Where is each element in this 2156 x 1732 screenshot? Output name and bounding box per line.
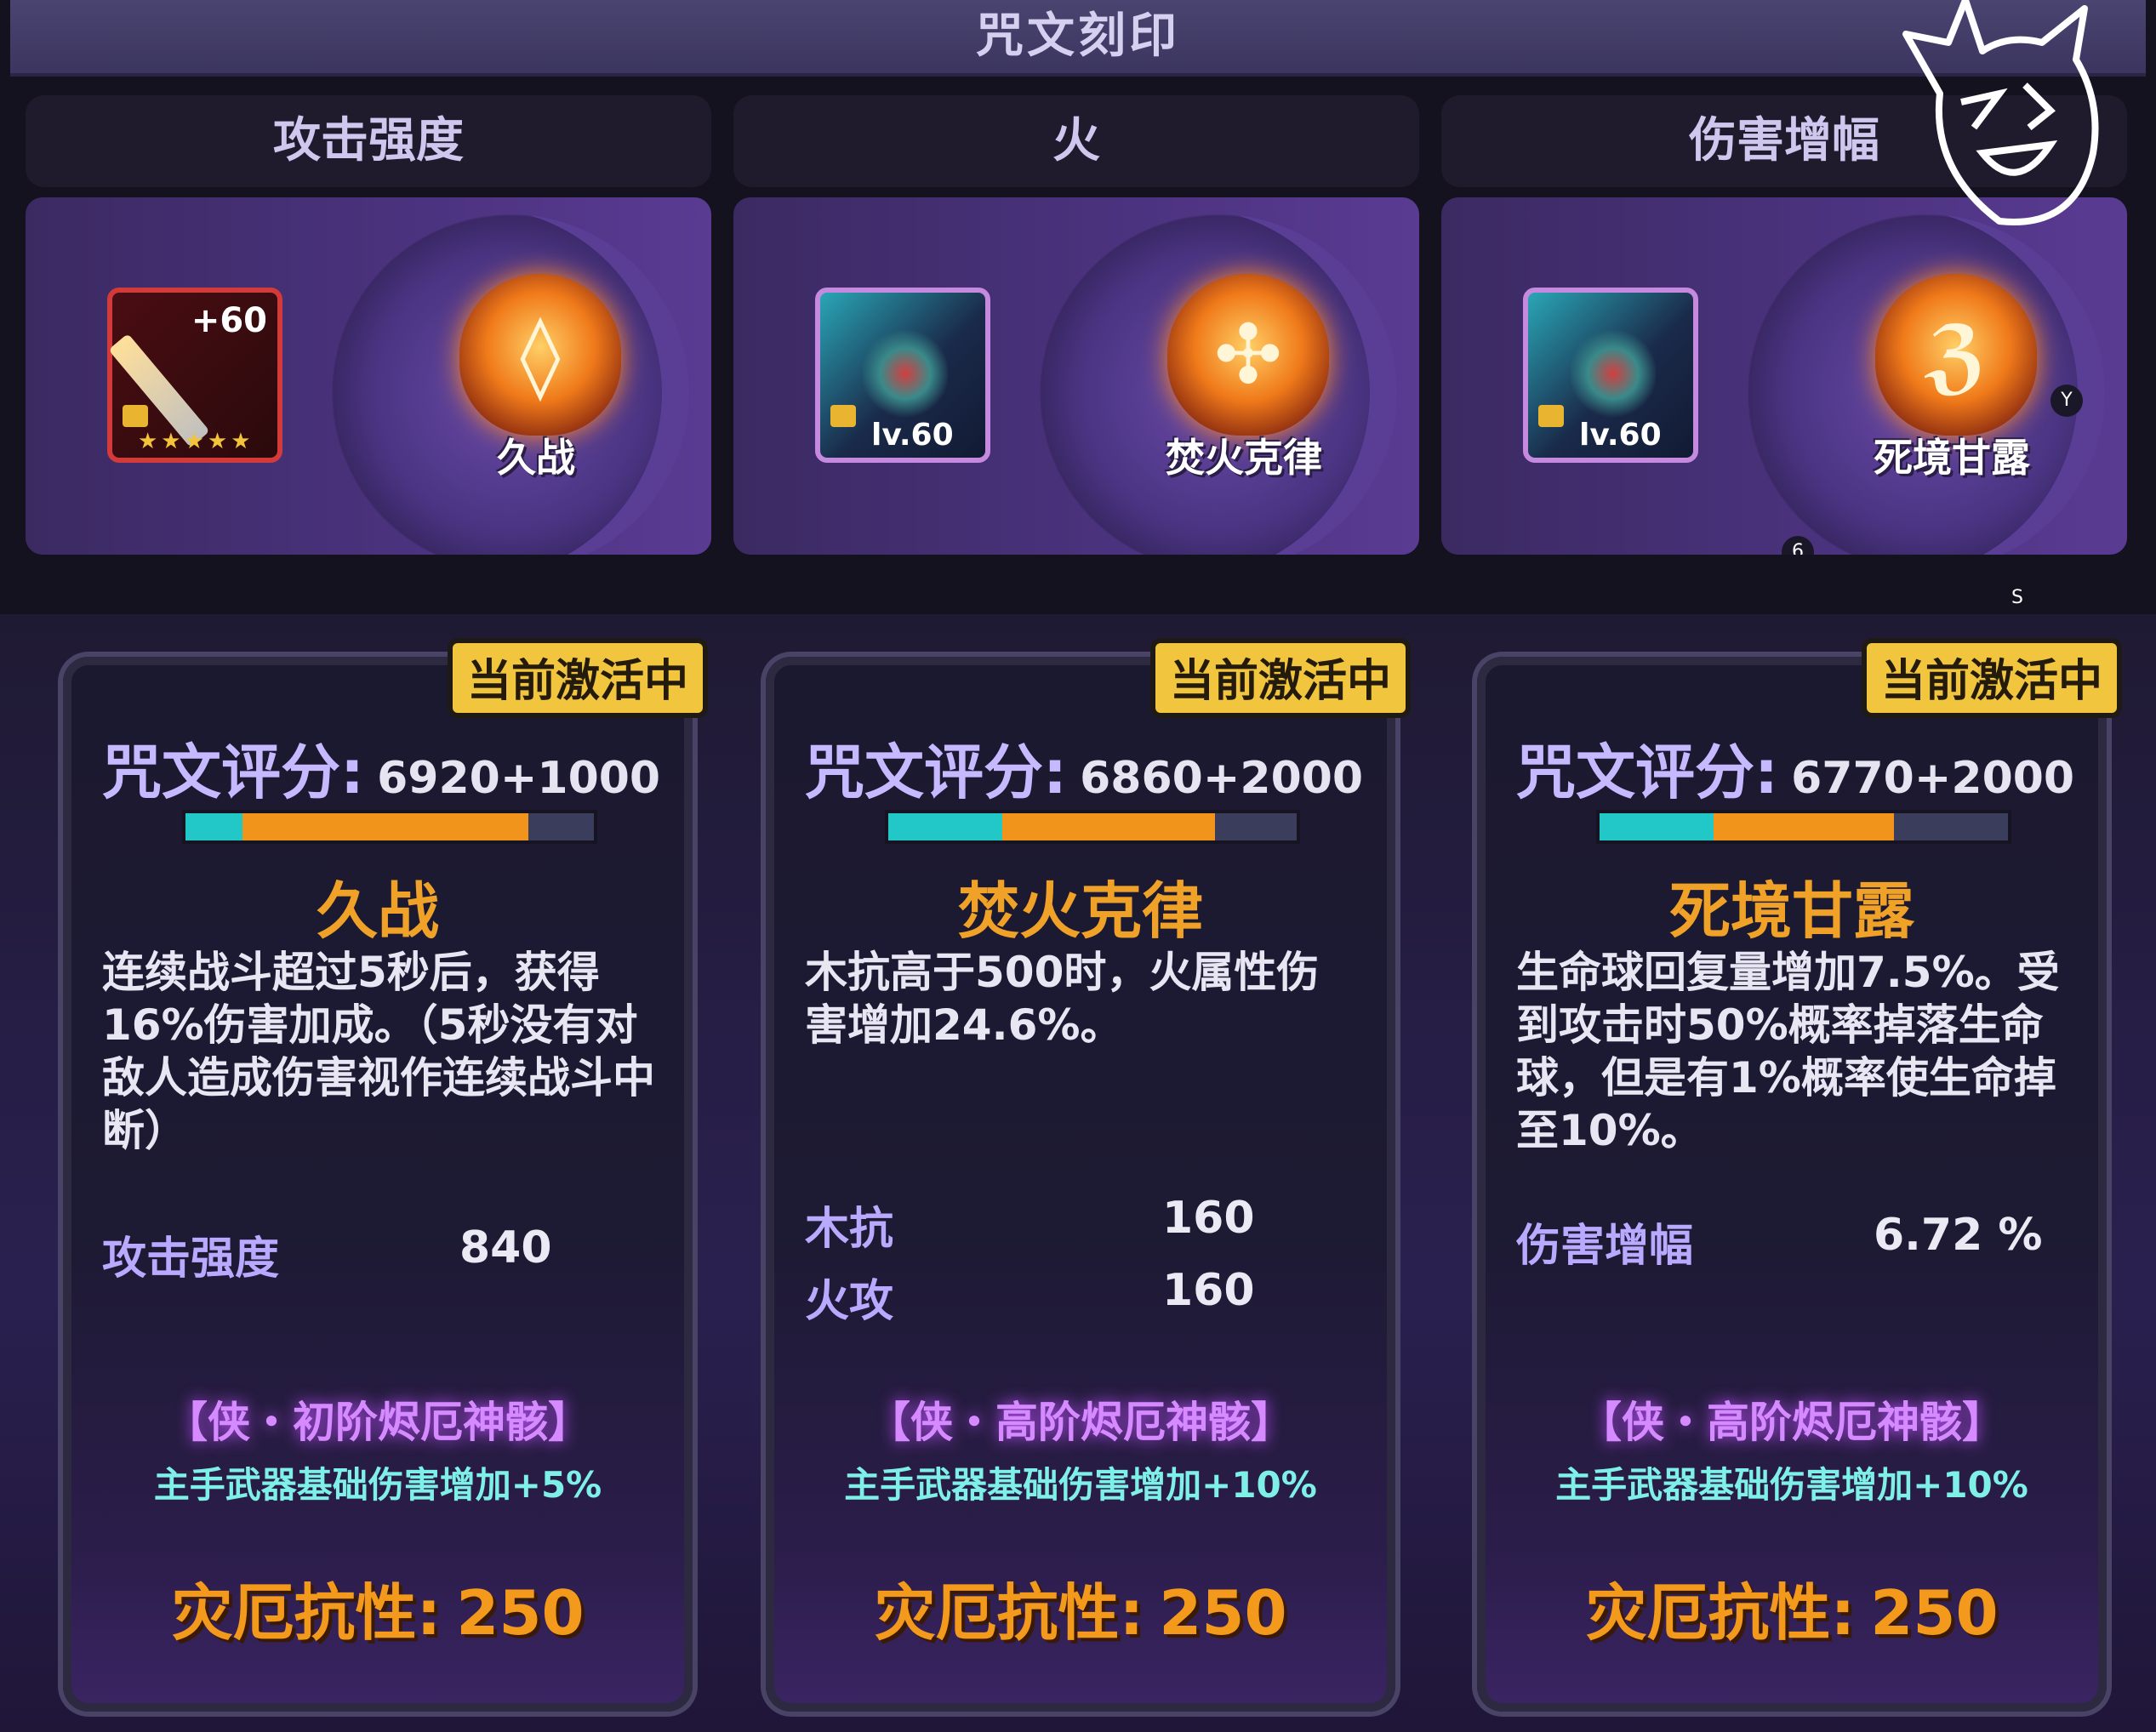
wing-icon xyxy=(1571,327,1656,420)
stat-row: 伤害增幅 6.72 % xyxy=(1516,1210,2044,1273)
item-level: lv.60 xyxy=(1579,418,1662,453)
enhance-level: +60 xyxy=(191,301,267,340)
rune-description: 生命球回复量增加7.5%。受到攻击时50%概率掉落生命球，但是有1%概率使生命掉… xyxy=(1516,948,2060,1155)
stat-name: 木抗 xyxy=(805,1204,894,1255)
resist-label: 灾厄抗性: xyxy=(874,1577,1144,1649)
wing-icon xyxy=(863,327,948,420)
stat-row: 火攻 160 xyxy=(805,1265,1332,1329)
stat-value: 160 xyxy=(1162,1193,1255,1244)
rune-glyph-icon: ℨ xyxy=(1925,307,1988,402)
score-value: 6860+2000 xyxy=(1080,753,1364,804)
set-bonus: 主手武器基础伤害增加+10% xyxy=(1555,1464,2028,1506)
set-bonus: 主手武器基础伤害增加+5% xyxy=(153,1464,602,1506)
rune-description: 木抗高于500时，火属性伤害增加24.6%。 xyxy=(805,948,1320,1050)
score-label: 咒文评分: xyxy=(102,738,364,807)
rune-title: 焚火克律 xyxy=(957,875,1203,947)
badge-6: 6 xyxy=(1782,536,1814,555)
resist-label: 灾厄抗性: xyxy=(1585,1577,1856,1649)
score-bar-orange xyxy=(1714,813,1894,840)
rune-title: 死境甘露 xyxy=(1668,875,1914,947)
disaster-resistance: 灾厄抗性: 250 xyxy=(71,1563,684,1652)
rune-gem-icon[interactable]: ◊ xyxy=(459,274,621,436)
score-bar xyxy=(1596,810,2011,844)
stat-value: 160 xyxy=(1162,1265,1255,1316)
cat-doodle-icon xyxy=(1902,0,2099,225)
rune-engraving-panel: 咒文刻印 攻击强度 +60 ★★★★★ ◊ 久战 火 lv.60 ✣ 焚火克律 … xyxy=(0,0,2156,614)
rune-card-1[interactable]: 当前激活中 咒文评分: 6920+1000 久战 连续战斗超过5秒后，获得16%… xyxy=(63,638,708,1712)
rune-name: 死境甘露 xyxy=(1874,435,2030,481)
star-rating: ★★★★★ xyxy=(138,429,254,454)
score-value: 6770+2000 xyxy=(1791,753,2075,804)
set-name: 【侠・高阶烬厄神骸】 xyxy=(868,1398,1293,1447)
weapon-sword-icon[interactable]: +60 ★★★★★ xyxy=(107,288,282,463)
wing-equipment-icon[interactable]: lv.60 xyxy=(1523,288,1698,463)
stat-name: 火攻 xyxy=(805,1276,894,1327)
rune-score: 咒文评分: 6770+2000 xyxy=(1516,725,2095,811)
badge-y: Y xyxy=(2050,385,2083,417)
score-value: 6920+1000 xyxy=(377,753,661,804)
active-status-tag: 当前激活中 xyxy=(1862,638,2122,718)
column-head-fire: 火 xyxy=(733,95,1419,187)
rune-description: 连续战斗超过5秒后，获得16%伤害加成。（5秒没有对敌人造成伤害视作连续战斗中断… xyxy=(102,948,655,1155)
set-name: 【侠・高阶烬厄神骸】 xyxy=(1579,1398,2005,1447)
resist-label: 灾厄抗性: xyxy=(171,1577,442,1649)
stat-name: 伤害增幅 xyxy=(1516,1221,1694,1272)
rune-slot-2[interactable]: lv.60 ✣ 焚火克律 xyxy=(733,197,1419,555)
badge-s: S xyxy=(2011,587,2023,608)
score-bar-orange xyxy=(1002,813,1215,840)
resist-value: 250 xyxy=(456,1577,585,1649)
rune-title: 久战 xyxy=(316,875,439,947)
column-head-attack: 攻击强度 xyxy=(26,95,711,187)
rune-score: 咒文评分: 6860+2000 xyxy=(805,725,1383,811)
rune-detail-area: 当前激活中 咒文评分: 6920+1000 久战 连续战斗超过5秒后，获得16%… xyxy=(0,614,2156,1732)
resist-value: 250 xyxy=(1870,1577,1999,1649)
stat-row: 木抗 160 xyxy=(805,1193,1332,1256)
rune-card-2[interactable]: 当前激活中 咒文评分: 6860+2000 焚火克律 木抗高于500时，火属性伤… xyxy=(766,638,1411,1712)
score-bar-orange xyxy=(242,813,529,840)
stat-value: 6.72 % xyxy=(1874,1210,2043,1261)
active-status-tag: 当前激活中 xyxy=(1150,638,1411,718)
score-bar xyxy=(885,810,1300,844)
rune-glyph-icon: ◊ xyxy=(520,307,561,402)
rune-name: 焚火克律 xyxy=(1166,435,1322,481)
score-bar-teal xyxy=(888,813,1003,840)
rune-slot-1[interactable]: +60 ★★★★★ ◊ 久战 xyxy=(26,197,711,555)
item-level: lv.60 xyxy=(871,418,954,453)
rune-gem-icon[interactable]: ✣ xyxy=(1167,274,1329,436)
rune-gem-icon[interactable]: ℨ xyxy=(1875,274,2037,436)
lock-icon xyxy=(1538,405,1564,427)
rune-card-3[interactable]: 当前激活中 咒文评分: 6770+2000 死境甘露 生命球回复量增加7.5%。… xyxy=(1477,638,2122,1712)
lock-icon xyxy=(123,405,148,427)
set-name: 【侠・初阶烬厄神骸】 xyxy=(165,1398,590,1447)
stat-name: 攻击强度 xyxy=(102,1233,280,1285)
disaster-resistance: 灾厄抗性: 250 xyxy=(1486,1563,2098,1652)
rune-glyph-icon: ✣ xyxy=(1213,307,1283,402)
lock-icon xyxy=(830,405,856,427)
set-bonus: 主手武器基础伤害增加+10% xyxy=(844,1464,1317,1506)
score-bar-teal xyxy=(185,813,243,840)
stat-row: 攻击强度 840 xyxy=(102,1222,630,1286)
stat-value: 840 xyxy=(459,1222,552,1273)
disaster-resistance: 灾厄抗性: 250 xyxy=(774,1563,1387,1652)
score-label: 咒文评分: xyxy=(805,738,1067,807)
score-bar-teal xyxy=(1600,813,1714,840)
resist-value: 250 xyxy=(1159,1577,1287,1649)
panel-title: 咒文刻印 xyxy=(10,0,2146,77)
wing-equipment-icon[interactable]: lv.60 xyxy=(815,288,990,463)
rune-slot-3[interactable]: lv.60 ℨ 死境甘露 Y 6 xyxy=(1441,197,2127,555)
rune-name: 久战 xyxy=(497,435,575,481)
active-status-tag: 当前激活中 xyxy=(448,638,708,718)
rune-score: 咒文评分: 6920+1000 xyxy=(102,725,681,811)
score-bar xyxy=(182,810,597,844)
score-label: 咒文评分: xyxy=(1516,738,1778,807)
